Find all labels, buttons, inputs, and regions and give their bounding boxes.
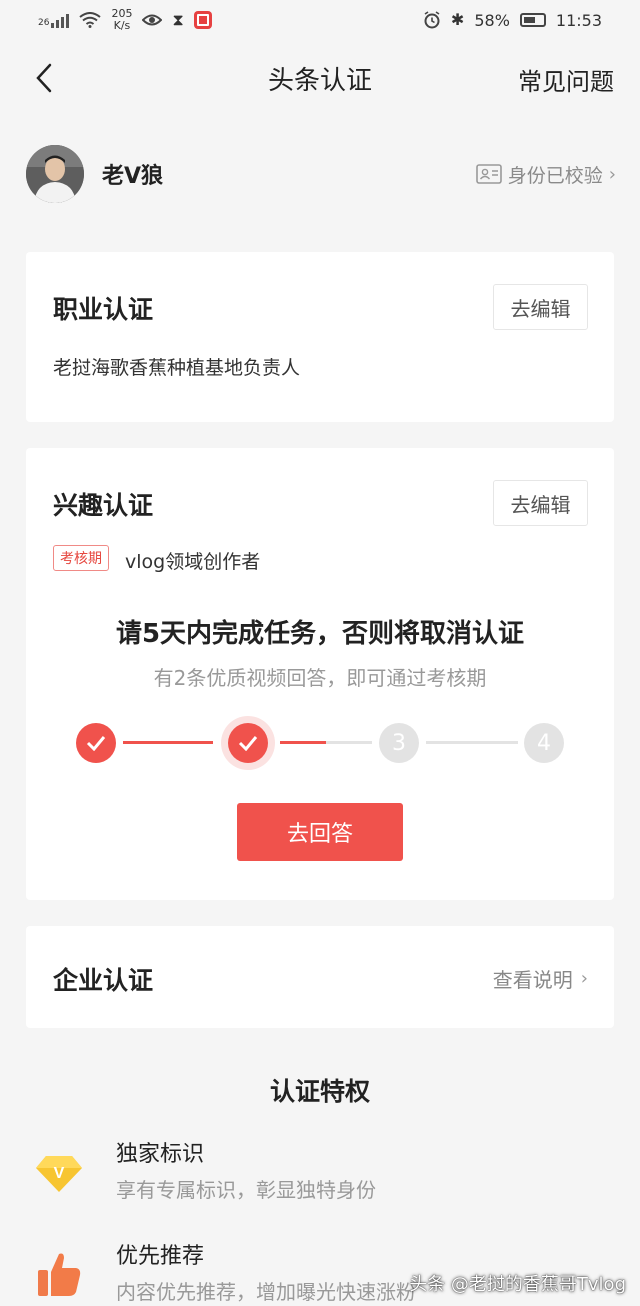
- step-connector-2-progress: [280, 741, 326, 744]
- chevron-left-icon: [36, 63, 52, 93]
- page-title: 头条认证: [267, 65, 372, 96]
- alarm-icon: [424, 11, 440, 29]
- step-connector-3: [426, 741, 518, 744]
- step-2-complete: [228, 723, 268, 763]
- privilege-description: 内容优先推荐，增加曝光快速涨粉: [116, 1280, 416, 1304]
- interest-card: 兴趣认证 去编辑 考核期 vlog领域创作者 请5天内完成任务，否则将取消认证 …: [26, 448, 614, 900]
- signal-indicator: 26: [38, 12, 70, 28]
- enterprise-card[interactable]: 企业认证 查看说明 ›: [26, 926, 614, 1028]
- battery-icon: [519, 13, 546, 27]
- signal-bars-icon: [51, 12, 70, 28]
- thumbs-up-icon: [38, 1253, 81, 1296]
- faq-link[interactable]: 常见问题: [518, 62, 614, 97]
- enterprise-title: 企业认证: [53, 966, 154, 995]
- check-icon: [238, 736, 258, 751]
- privilege-title: 独家标识: [116, 1142, 205, 1167]
- career-description: 老挝海歌香蕉种植基地负责人: [53, 357, 301, 379]
- profile-row: 老V狼 身份已校验 ›: [26, 144, 616, 204]
- step-1-complete: [76, 723, 116, 763]
- status-right: ✱ 58% 11:53: [423, 11, 602, 30]
- eye-icon: [142, 14, 163, 26]
- privileges-heading: 认证特权: [269, 1077, 370, 1106]
- chevron-right-icon: ›: [608, 163, 616, 185]
- task-progress-steps: 3 4: [26, 448, 614, 808]
- step-3: 3: [379, 723, 419, 763]
- career-card: 职业认证 去编辑 老挝海歌香蕉种植基地负责人: [26, 252, 614, 422]
- back-button[interactable]: [22, 56, 66, 100]
- identity-verified-link[interactable]: 身份已校验 ›: [475, 161, 616, 188]
- username: 老V狼: [102, 164, 164, 189]
- career-title: 职业认证: [53, 295, 154, 324]
- step-connector-1: [123, 741, 213, 744]
- network-type-label: 26: [38, 18, 50, 28]
- network-speed: 205 K/s: [111, 8, 132, 32]
- app-notification-icon: [193, 11, 212, 29]
- clock: 11:53: [555, 10, 602, 30]
- identity-verified-label: 身份已校验: [507, 164, 603, 187]
- hourglass-icon: ⧗: [172, 10, 184, 29]
- nav-bar: 头条认证 常见问题: [0, 46, 640, 110]
- privilege-item: V 独家标识 享有专属标识，彰显独特身份: [34, 1136, 614, 1206]
- chevron-right-icon: ›: [580, 968, 588, 989]
- avatar[interactable]: [26, 145, 84, 203]
- enterprise-info-link[interactable]: 查看说明 ›: [493, 964, 588, 993]
- enterprise-info-label: 查看说明: [492, 968, 573, 992]
- gold-diamond-v-icon: V: [36, 1156, 82, 1192]
- bluetooth-icon: ✱: [450, 10, 465, 29]
- watermark: 头条 @老挝的香蕉哥Tvlog: [409, 1274, 626, 1295]
- privilege-description: 享有专属标识，彰显独特身份: [116, 1178, 376, 1202]
- status-bar: 26 205 K/s ⧗ ✱ 58% 11:53: [0, 0, 640, 40]
- check-icon: [86, 736, 106, 751]
- battery-percent: 58%: [474, 10, 510, 30]
- step-4: 4: [524, 723, 564, 763]
- id-card-icon: [475, 164, 502, 184]
- career-edit-button[interactable]: 去编辑: [493, 284, 588, 330]
- network-speed-unit: K/s: [113, 19, 131, 32]
- answer-button[interactable]: 去回答: [237, 803, 403, 861]
- status-left: 26 205 K/s ⧗: [38, 8, 212, 32]
- svg-text:V: V: [54, 1165, 65, 1182]
- wifi-icon: [79, 12, 102, 28]
- privilege-title: 优先推荐: [116, 1244, 205, 1269]
